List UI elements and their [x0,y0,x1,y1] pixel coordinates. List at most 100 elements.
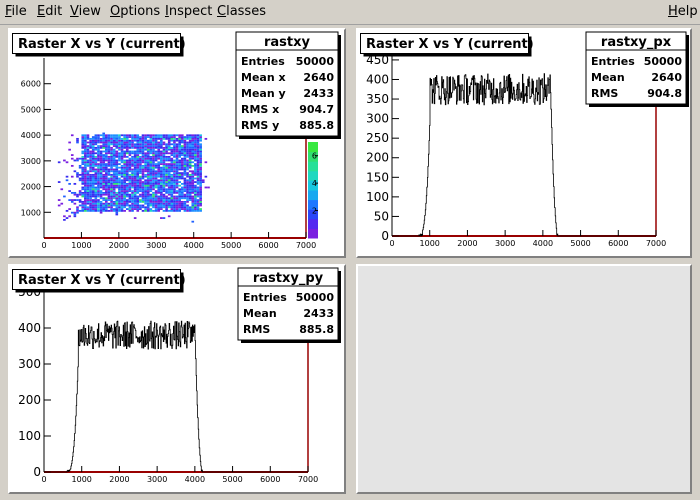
heatmap-cell [89,146,92,149]
heatmap-cell [157,182,161,185]
heatmap-cell [81,168,85,171]
heatmap-cell [141,188,145,191]
heatmap-cell [186,193,189,196]
heatmap-cell [152,202,155,205]
heatmap-cell [199,195,202,198]
menu-file[interactable]: File [5,4,27,19]
heatmap-cell [99,172,103,174]
heatmap-cell [73,182,77,185]
heatmap-cell [86,191,90,194]
heatmap-cell [199,172,202,174]
heatmap-cell [188,152,192,155]
heatmap-cell [84,195,87,198]
heatmap-cell [91,168,95,171]
heatmap-cell [91,145,95,147]
heatmap-cell [136,200,140,203]
heatmap-cell [157,163,161,165]
heatmap-cell [86,181,90,183]
heatmap-cell [165,172,168,174]
heatmap-cell [175,181,179,183]
heatmap-cell [152,166,155,169]
menu-inspect[interactable]: Inspect [165,4,212,19]
heatmap-cell [167,139,171,142]
heatmap-cell [183,204,187,207]
heatmap-cell [112,139,116,142]
heatmap-cell [89,143,92,146]
heatmap-cell [199,146,202,149]
heatmap-cell [86,184,90,187]
heatmap-cells [57,132,210,223]
heatmap-cell [84,177,87,180]
heatmap-cell [118,145,121,147]
menu-classes[interactable]: Classes [217,4,266,19]
heatmap-cell [123,161,126,164]
heatmap-cell [94,208,98,210]
heatmap-cell [194,191,197,194]
heatmap-cell [149,209,153,212]
heatmap-cell [110,197,113,200]
heatmap-cell [112,175,116,178]
heatmap-cell [178,188,181,191]
heatmap-cell [194,143,197,146]
heatmap-cell [183,208,187,210]
chart-rastxy-py[interactable]: 0 1000 2000 3000 4000 5000 6000 700001002003004… [10,266,344,492]
chart-rastxy-px[interactable]: 0 1000 2000 3000 4000 5000 6000 700005010015020… [358,30,690,256]
pad-rastxy-py[interactable]: 0 1000 2000 3000 4000 5000 6000 7000 0 100 200 300 4… [8,264,346,494]
heatmap-cell [115,141,119,144]
heatmap-cell [99,168,103,171]
heatmap-cell [84,137,87,140]
heatmap-cell [78,164,82,167]
pad-rastxy[interactable]: 0 1000 2000 3000 4000 5000 6000 7000 1000 2000 300… [8,28,346,258]
histogram-title-box: Raster X vs Y (current) [360,33,534,57]
heatmap-cell [86,137,90,140]
menu-view[interactable]: View [70,4,101,19]
heatmap-cell [170,195,174,198]
pad-rastxy-px[interactable]: 0 1000 2000 3000 4000 5000 6000 7000 0 50 100 150 20… [356,28,692,258]
heatmap-cell [196,195,200,198]
pad-empty[interactable] [356,264,692,494]
heatmap-cell [107,197,111,200]
heatmap-cell [81,166,85,169]
heatmap-cell [136,190,140,192]
heatmap-cell [115,208,119,210]
heatmap-cell [136,202,140,205]
histogram-title-box: Raster X vs Y (current) [12,33,186,57]
heatmap-cell [68,141,71,144]
heatmap-cell [133,191,137,194]
heatmap-cell [167,145,171,147]
heatmap-cell [94,200,98,203]
heatmap-cell [199,170,202,173]
heatmap-cell [76,211,79,214]
heatmap-cell [91,146,95,149]
heatmap-cell [102,168,106,171]
heatmap-cell [196,161,200,164]
heatmap-cell [99,139,103,142]
heatmap-cell [115,199,119,201]
heatmap-cell [154,164,158,167]
heatmap-cell [180,139,184,142]
heatmap-cell [175,184,179,187]
menu-edit[interactable]: Edit [37,4,62,19]
heatmap-cell [173,134,176,137]
menu-options[interactable]: Options [110,4,160,19]
heatmap-cell [162,172,166,174]
heatmap-cell [110,159,113,162]
heatmap-cell [99,141,103,144]
heatmap-cell [162,164,166,167]
heatmap-cell [165,164,168,167]
heatmap-cell [186,164,189,167]
heatmap-cell [154,173,158,176]
heatmap-cell [175,157,179,160]
heatmap-cell [125,148,129,151]
menu-help[interactable]: Help [668,4,698,19]
heatmap-cell [112,154,116,156]
heatmap-cell [102,197,106,200]
heatmap-cell [178,173,181,176]
heatmap-cell [152,150,155,153]
heatmap-cell [207,186,210,189]
chart-rastxy[interactable]: 0 1000 2000 3000 4000 5000 6000 700010002000300… [10,30,344,256]
heatmap-cell [57,199,61,201]
heatmap-cell [160,157,163,160]
heatmap-cell [139,184,142,187]
heatmap-cell [133,154,137,156]
